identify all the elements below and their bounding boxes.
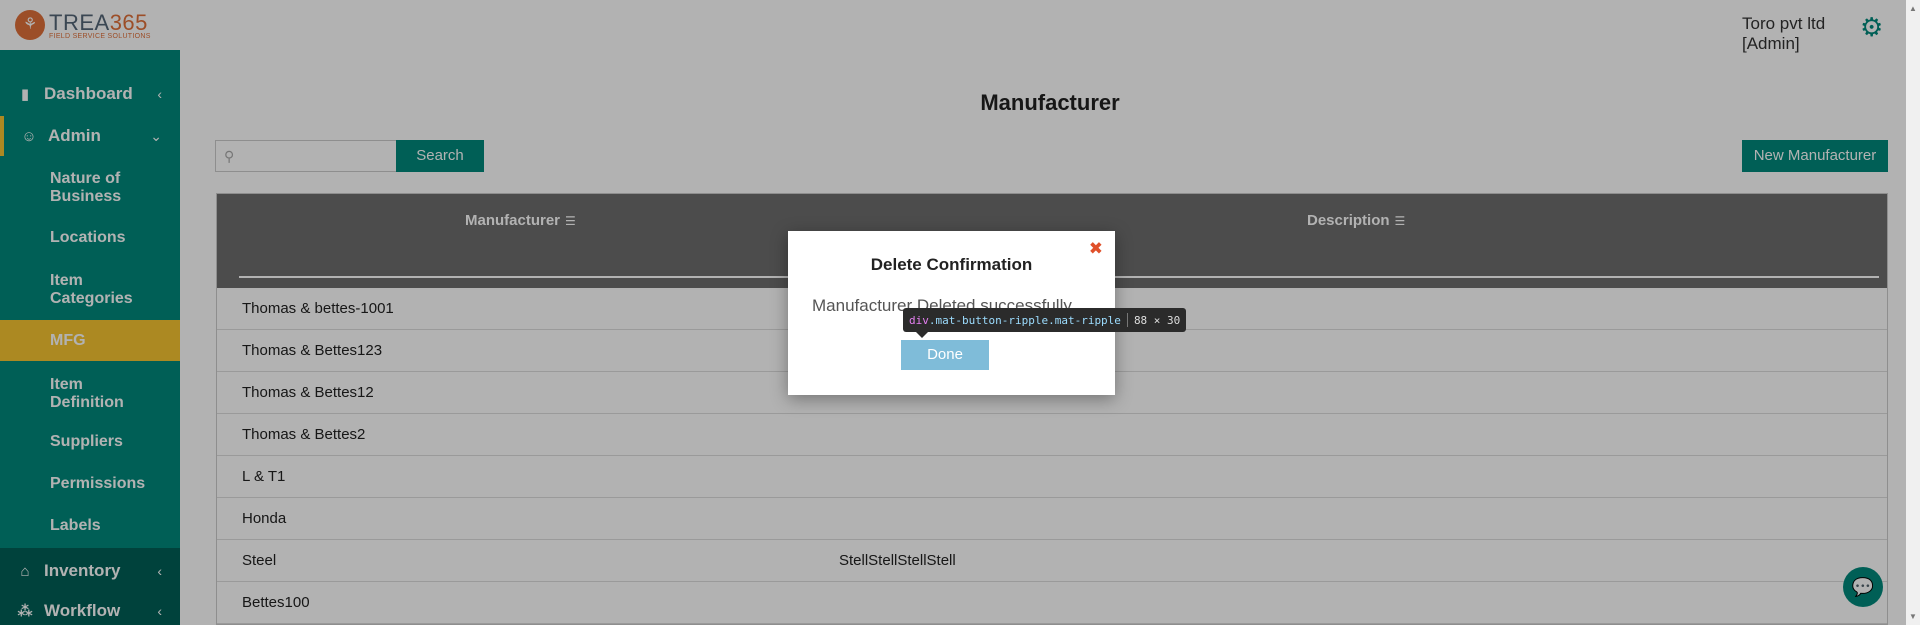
dialog-title: Delete Confirmation bbox=[870, 255, 1033, 274]
close-icon[interactable]: ✖ bbox=[1089, 239, 1103, 259]
done-button[interactable]: Done bbox=[901, 340, 989, 370]
devtools-size: 88 × 30 bbox=[1133, 313, 1181, 327]
scroll-up-icon[interactable]: ▲ bbox=[1909, 4, 1917, 13]
devtools-selector: .mat-button-ripple.mat-ripple bbox=[928, 313, 1121, 327]
devtools-tag: div bbox=[909, 313, 929, 327]
devtools-tooltip: div .mat-button-ripple.mat-ripple 88 × 30 bbox=[903, 308, 1187, 332]
scroll-down-icon[interactable]: ▼ bbox=[1909, 612, 1917, 621]
scrollbar[interactable] bbox=[1906, 0, 1920, 625]
devtools-separator bbox=[1126, 313, 1128, 327]
devtools-tooltip-arrow bbox=[916, 332, 928, 338]
